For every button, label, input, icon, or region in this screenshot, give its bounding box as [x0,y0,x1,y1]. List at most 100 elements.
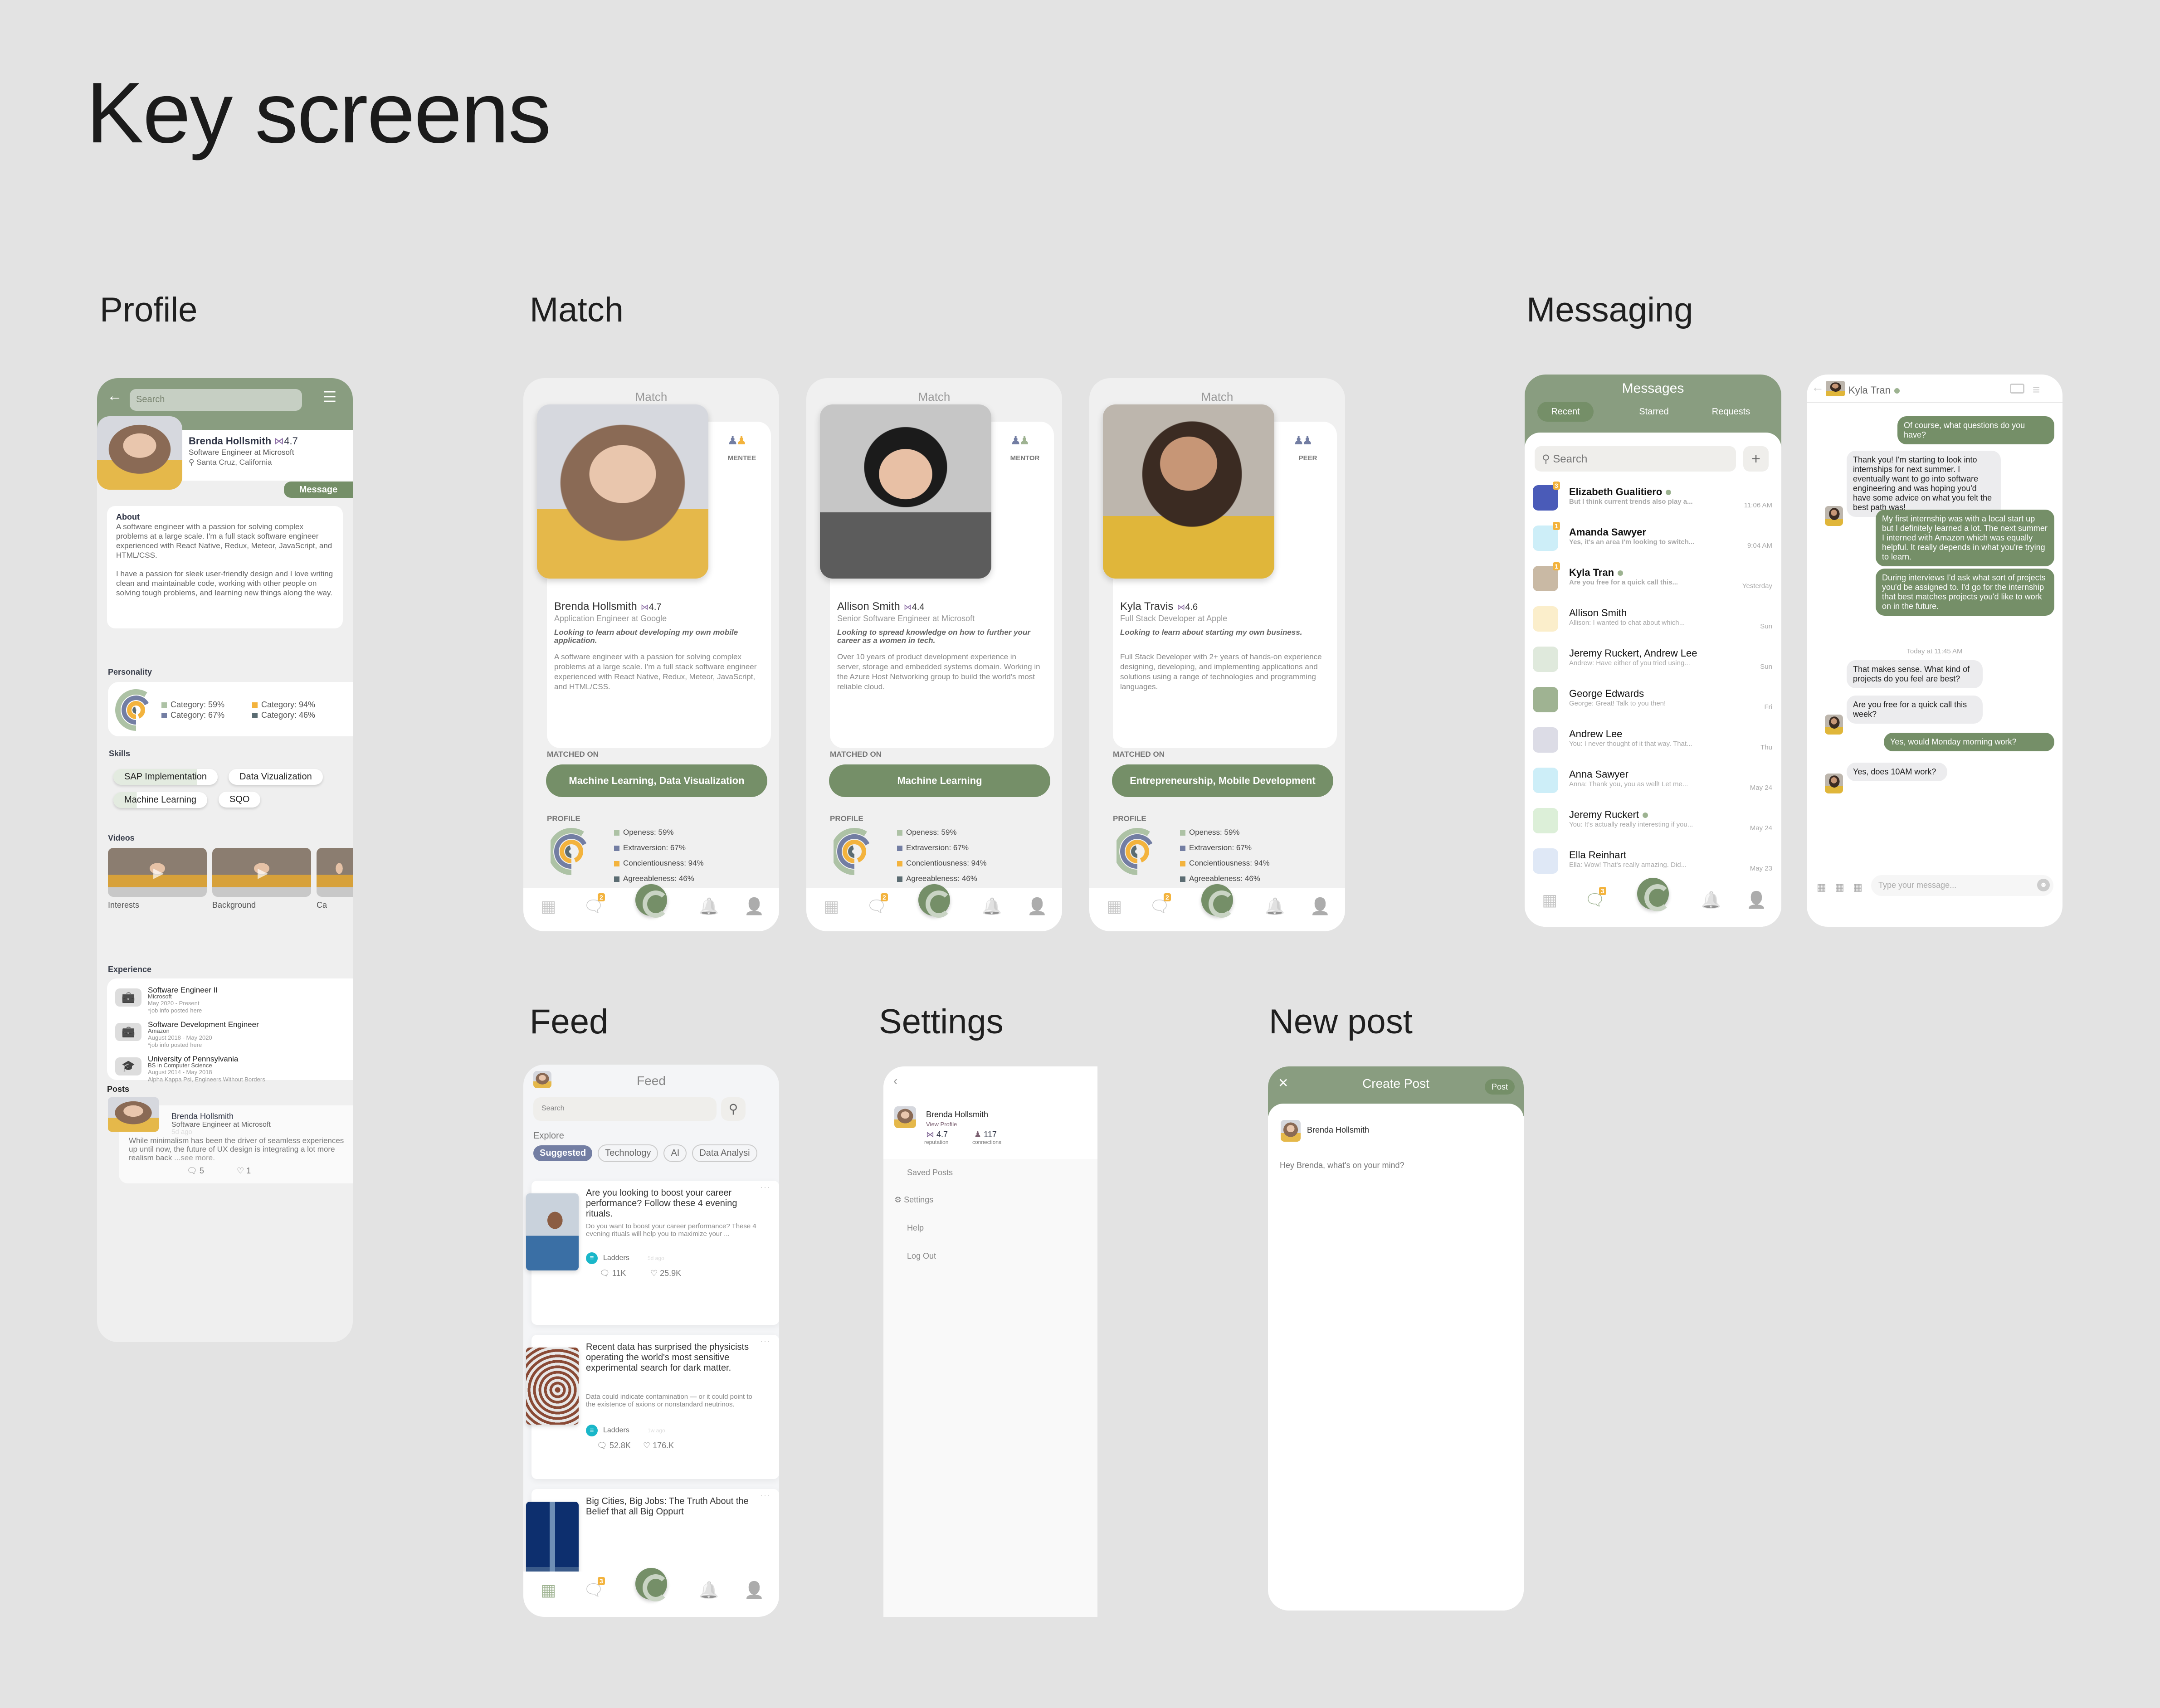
bell-icon[interactable]: 🔔 [1700,890,1722,910]
skill-chip[interactable]: Data Vizualization [229,769,323,785]
tab-starred[interactable]: Starred [1620,402,1688,422]
skill-chip[interactable]: Machine Learning [113,792,207,808]
match-job: Application Engineer at Google [554,614,667,623]
conversation-row[interactable]: Amanda Sawyer Yes, it's an area I'm looki… [1525,522,1781,562]
contact-avatar [1825,715,1843,735]
home-logo-button[interactable] [918,884,952,918]
filter-chip-ai[interactable]: AI [663,1144,687,1162]
skill-chip[interactable]: SQO [219,792,261,808]
video-thumbnail[interactable] [317,848,353,897]
match-title: Match [1201,390,1234,404]
more-options-icon[interactable]: ··· [760,1337,771,1346]
attach-image-icon[interactable]: ▦ [1835,881,1844,893]
comment-icon[interactable]: 🗨 [187,1166,197,1175]
conversation-row[interactable]: Andrew Lee You: I never thought of it tha… [1525,724,1781,764]
post-time: 1w ago [648,1427,665,1434]
skill-chip[interactable]: SAP Implementation [113,769,218,785]
more-options-icon[interactable]: ··· [760,1182,771,1192]
conversation-row[interactable]: George Edwards George: Great! Talk to you… [1525,683,1781,723]
user-icon[interactable]: 👤 [743,897,766,916]
sent-message: Of course, what questions do you have? [1897,416,2054,444]
conversation-row[interactable]: Jeremy Ruckert, Andrew Lee Andrew: Have e… [1525,643,1781,683]
personality-ring-agreeableness [1131,845,1138,858]
conversation-row[interactable]: Allison Smith Allison: I wanted to chat a… [1525,603,1781,642]
user-icon[interactable]: 👤 [1745,890,1768,910]
bell-icon[interactable]: 🔔 [980,897,1003,916]
back-arrow-icon[interactable]: ← [1811,380,1824,394]
search-icon[interactable]: ⚲ [721,1097,746,1121]
conversation-row[interactable]: Elizabeth Gualitiero But I think current … [1525,482,1781,521]
conversation-row[interactable]: Kyla Tran Are you free for a quick call t… [1525,562,1781,602]
heart-icon[interactable]: ♡ [237,1166,244,1175]
video-thumbnail[interactable]: ▶ [108,848,207,897]
search-input[interactable]: ⚲ Search [1535,446,1736,472]
match-photo [820,404,991,579]
home-logo-button[interactable] [635,884,669,918]
grid-icon[interactable]: ▦ [1538,890,1561,910]
menu-icon[interactable]: ☰ [323,388,336,406]
like-stat[interactable]: ♡ 176.K [643,1441,674,1450]
matched-on-pill[interactable]: Entrepreneurship, Mobile Development [1112,764,1333,797]
attach-image-icon[interactable]: ▦ [1817,881,1826,893]
filter-chip-technology[interactable]: Technology [598,1144,658,1162]
role-label: MENTOR [1010,454,1040,462]
grid-icon[interactable]: ▦ [820,897,843,916]
home-logo-button[interactable] [635,1568,669,1601]
contact-name: Kyla Tran [1569,567,1624,579]
user-icon[interactable]: 👤 [1026,897,1048,916]
back-chevron-icon[interactable]: ‹ [893,1074,897,1088]
tab-recent[interactable]: Recent [1537,402,1594,422]
menu-item-log-out[interactable]: Log Out [907,1251,936,1261]
tab-requests[interactable]: Requests [1697,402,1765,422]
see-more-link[interactable]: ...see more. [174,1153,215,1162]
post-button[interactable]: Post [1485,1079,1515,1095]
legend-swatch [897,830,902,836]
matched-on-pill[interactable]: Machine Learning, Data Visualization [546,764,767,797]
briefcase-icon: 💼 [115,1023,141,1041]
video-call-icon[interactable] [2010,384,2024,394]
home-logo-button[interactable] [1637,878,1671,911]
grid-icon[interactable]: ▦ [537,1581,560,1600]
search-input[interactable]: Search [533,1097,717,1121]
menu-item-settings[interactable]: ⚙ Settings [894,1195,933,1205]
post-body: While minimalism has been the driver of … [129,1136,344,1162]
user-icon[interactable]: 👤 [1309,897,1331,916]
home-logo-button[interactable] [1201,884,1235,918]
message-button[interactable]: Message [284,482,353,498]
bell-icon[interactable]: 🔔 [697,1581,720,1600]
conversation-row[interactable]: Anna Sawyer Anna: Thank you, you as well!… [1525,764,1781,804]
menu-icon[interactable]: ≡ [2033,383,2040,397]
grid-icon[interactable]: ▦ [1103,897,1126,916]
legend-swatch [1180,830,1185,836]
match-screen: Match ♟♟ PEER Kyla Travis ⋈4.6 Full Stack Dev… [1089,378,1345,931]
grid-icon[interactable]: ▦ [537,897,560,916]
search-input[interactable]: Search [130,389,302,411]
video-thumbnail[interactable]: ▶ [212,848,311,897]
message-input[interactable]: Type your message... [1871,875,2053,896]
comment-stat[interactable]: 🗨 52.8K [597,1441,631,1450]
match-goal: Looking to learn about developing my own… [554,628,738,645]
post-source: Ladders [603,1254,629,1262]
post-author: Brenda Hollsmith [171,1112,234,1121]
filter-chip-suggested[interactable]: Suggested [533,1145,593,1161]
view-profile-link[interactable]: View Profile [926,1121,957,1128]
user-icon[interactable]: 👤 [743,1581,766,1600]
match-bio: Over 10 years of product development exp… [837,652,1040,691]
comment-stat[interactable]: 🗨 11K [600,1269,626,1278]
filter-chip-data-analysi[interactable]: Data Analysi [692,1144,757,1162]
bell-icon[interactable]: 🔔 [1263,897,1286,916]
post-text-input[interactable]: Hey Brenda, what's on your mind? [1280,1161,1404,1170]
like-stat[interactable]: ♡ 25.9K [650,1269,681,1278]
trait-legend-item: Concientiousness: 94% [897,859,987,868]
menu-item-saved-posts[interactable]: Saved Posts [907,1168,953,1178]
reputation-value: 4.7 [936,1130,948,1139]
attach-image-icon[interactable]: ▦ [1853,881,1863,893]
new-message-button[interactable]: + [1743,446,1769,472]
bell-icon[interactable]: 🔔 [697,897,720,916]
back-arrow-icon[interactable]: ← [107,387,122,405]
matched-on-pill[interactable]: Machine Learning [829,764,1050,797]
menu-item-help[interactable]: Help [907,1223,924,1233]
emoji-icon[interactable]: ☻ [2037,879,2050,891]
conversation-row[interactable]: Jeremy Ruckert You: It's actually really … [1525,804,1781,844]
more-options-icon[interactable]: ··· [760,1491,771,1500]
